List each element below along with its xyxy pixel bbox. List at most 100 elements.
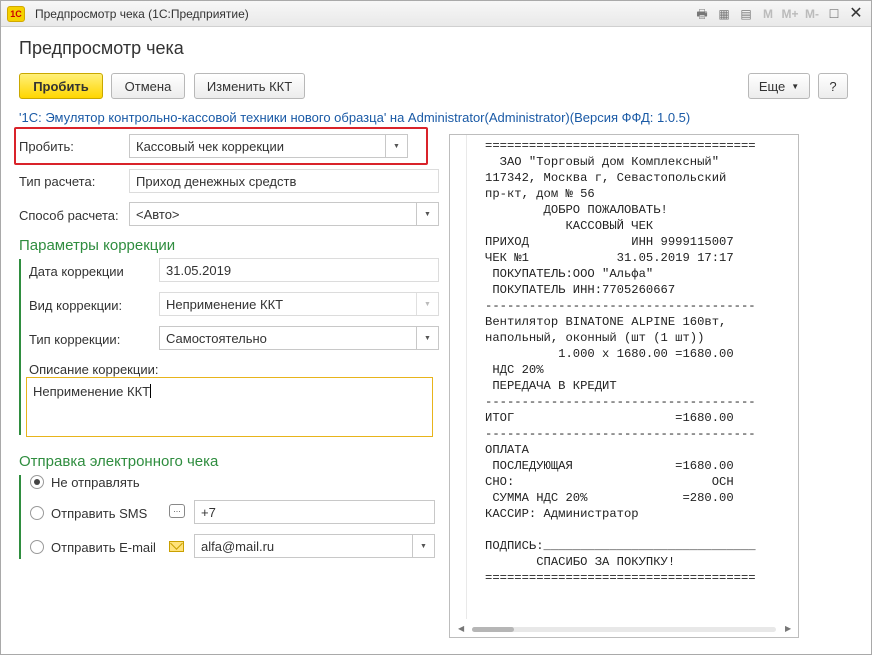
correction-kind-select[interactable]: Неприменение ККТ ▼: [159, 292, 439, 316]
correction-date-value: 31.05.2019: [166, 262, 232, 278]
envelope-icon: [169, 541, 184, 552]
receipt-line: -------------------------------------: [485, 299, 756, 313]
correction-description-textarea[interactable]: Неприменение ККТ: [26, 377, 433, 437]
email-select[interactable]: alfa@mail.ru ▼: [194, 534, 435, 558]
chevron-down-icon[interactable]: ▼: [416, 293, 438, 315]
chevron-down-icon: ▼: [791, 81, 800, 91]
chevron-down-icon[interactable]: ▼: [412, 535, 434, 557]
scroll-thumb[interactable]: [472, 627, 514, 632]
correction-type-select[interactable]: Самостоятельно ▼: [159, 326, 439, 350]
receipt-preview-window: 1С Предпросмотр чека (1С:Предприятие) 🖶 …: [0, 0, 872, 655]
print-icon[interactable]: 🖶: [693, 5, 711, 23]
receipt-line: -------------------------------------: [485, 427, 756, 441]
help-button[interactable]: ?: [818, 73, 848, 99]
calculator-icon[interactable]: ▦: [715, 5, 733, 23]
receipt-line: ДОБРО ПОЖАЛОВАТЬ!: [485, 203, 668, 217]
check-type-value: Кассовый чек коррекции: [136, 138, 285, 154]
receipt-line: пр-кт, дом № 56: [485, 187, 595, 201]
receipt-line: ЧЕК №1 31.05.2019 17:17: [485, 251, 734, 265]
receipt-line: напольный, оконный (шт (1 шт)): [485, 331, 705, 345]
kkt-info-link[interactable]: '1С: Эмулятор контрольно-кассовой техник…: [19, 110, 690, 125]
receipt-line: ИТОГ =1680.00: [485, 411, 734, 425]
receipt-line: [485, 522, 798, 538]
email-value: alfa@mail.ru: [201, 538, 275, 554]
sms-icon: ...: [169, 504, 185, 518]
more-label: Еще: [758, 78, 786, 94]
send-sms-label[interactable]: Отправить SMS: [51, 506, 147, 521]
receipt-text: ===================================== ЗА…: [466, 135, 798, 619]
submit-button[interactable]: Пробить: [19, 73, 103, 99]
phone-input[interactable]: +7: [194, 500, 435, 524]
no-send-label[interactable]: Не отправлять: [51, 475, 140, 490]
receipt-line: КАССОВЫЙ ЧЕК: [485, 219, 654, 233]
receipt-line: КАССИР: Администратор: [485, 507, 639, 521]
receipt-line: СПАСИБО ЗА ПОКУПКУ!: [485, 555, 676, 569]
chevron-down-icon[interactable]: ▼: [416, 327, 438, 349]
receipt-line: НДС 20%: [485, 363, 544, 377]
correction-date-label: Дата коррекции: [29, 264, 124, 279]
payment-kind-field: Приход денежных средств: [129, 169, 439, 193]
receipt-line: -------------------------------------: [485, 395, 756, 409]
receipt-line: =====================================: [485, 139, 756, 153]
correction-section-bar: [19, 259, 21, 435]
chevron-down-icon[interactable]: ▼: [416, 203, 438, 225]
correction-description-value: Неприменение ККТ: [33, 384, 151, 399]
memory-minus-button[interactable]: M-: [803, 5, 821, 23]
scroll-left-icon[interactable]: ◀: [458, 624, 464, 633]
receipt-line: ПРИХОД ИНН 9999115007: [485, 235, 734, 249]
receipt-line: 1.000 x 1680.00 =1680.00: [485, 347, 734, 361]
memory-plus-button[interactable]: M+: [781, 5, 799, 23]
correction-type-label: Тип коррекции:: [29, 332, 121, 347]
payment-method-select[interactable]: <Авто> ▼: [129, 202, 439, 226]
send-email-radio[interactable]: [30, 540, 44, 554]
text-cursor: [150, 384, 152, 398]
chevron-down-icon[interactable]: ▼: [385, 135, 407, 157]
payment-kind-value: Приход денежных средств: [136, 173, 297, 189]
correction-type-value: Самостоятельно: [166, 330, 267, 346]
title-buttons: 🖶 ▦ ▤ M M+ M- ☐ ✕: [693, 5, 865, 23]
check-type-label: Пробить:: [19, 139, 74, 154]
cancel-button[interactable]: Отмена: [111, 73, 185, 99]
correction-kind-label: Вид коррекции:: [29, 298, 123, 313]
phone-value: +7: [201, 504, 216, 520]
title-bar: 1С Предпросмотр чека (1С:Предприятие) 🖶 …: [1, 1, 871, 27]
receipt-line: ЗАО "Торговый дом Комплексный": [485, 155, 720, 169]
send-sms-radio[interactable]: [30, 506, 44, 520]
receipt-line: ПОКУПАТЕЛЬ:ООО "Альфа": [485, 267, 654, 281]
scroll-right-icon[interactable]: ▶: [785, 624, 791, 633]
receipt-line: ПЕРЕДАЧА В КРЕДИТ: [485, 379, 617, 393]
no-send-radio[interactable]: [30, 475, 44, 489]
receipt-line: ПОКУПАТЕЛЬ ИНН:7705260667: [485, 283, 676, 297]
close-icon[interactable]: ✕: [847, 5, 865, 23]
correction-description-label: Описание коррекции:: [29, 362, 159, 377]
check-type-select[interactable]: Кассовый чек коррекции ▼: [129, 134, 408, 158]
correction-kind-value: Неприменение ККТ: [166, 296, 284, 312]
change-kkt-button[interactable]: Изменить ККТ: [194, 73, 305, 99]
receipt-line: ПОДПИСЬ:_____________________________: [485, 539, 756, 553]
send-email-label[interactable]: Отправить E-mail: [51, 540, 156, 555]
receipt-line: ПОСЛЕДУЮЩАЯ =1680.00: [485, 459, 734, 473]
receipt-line: 117342, Москва г, Севастопольский: [485, 171, 727, 185]
calendar-icon[interactable]: ▤: [737, 5, 755, 23]
correction-section-title: Параметры коррекции: [19, 237, 176, 254]
page-title: Предпросмотр чека: [19, 38, 184, 58]
scroll-track[interactable]: [472, 627, 776, 632]
more-button[interactable]: Еще ▼: [748, 73, 810, 99]
1c-logo-icon: 1С: [7, 6, 25, 22]
maximize-icon[interactable]: ☐: [825, 5, 843, 23]
receipt-line: СНО: ОСН: [485, 475, 734, 489]
receipt-line: СУММА НДС 20% =280.00: [485, 491, 734, 505]
e-receipt-section-title: Отправка электронного чека: [19, 453, 219, 470]
payment-kind-label: Тип расчета:: [19, 174, 96, 189]
e-receipt-section-bar: [19, 475, 21, 559]
memory-button[interactable]: M: [759, 5, 777, 23]
receipt-line: =====================================: [485, 571, 756, 585]
receipt-line: ОПЛАТА: [485, 443, 529, 457]
receipt-preview: ===================================== ЗА…: [449, 134, 799, 638]
horizontal-scrollbar[interactable]: ◀ ▶: [450, 621, 798, 637]
payment-method-label: Способ расчета:: [19, 208, 119, 223]
correction-date-field[interactable]: 31.05.2019: [159, 258, 439, 282]
receipt-line: Вентилятор BINATONE ALPINE 160вт,: [485, 315, 727, 329]
window-title: Предпросмотр чека (1С:Предприятие): [35, 7, 249, 21]
payment-method-value: <Авто>: [136, 206, 180, 222]
